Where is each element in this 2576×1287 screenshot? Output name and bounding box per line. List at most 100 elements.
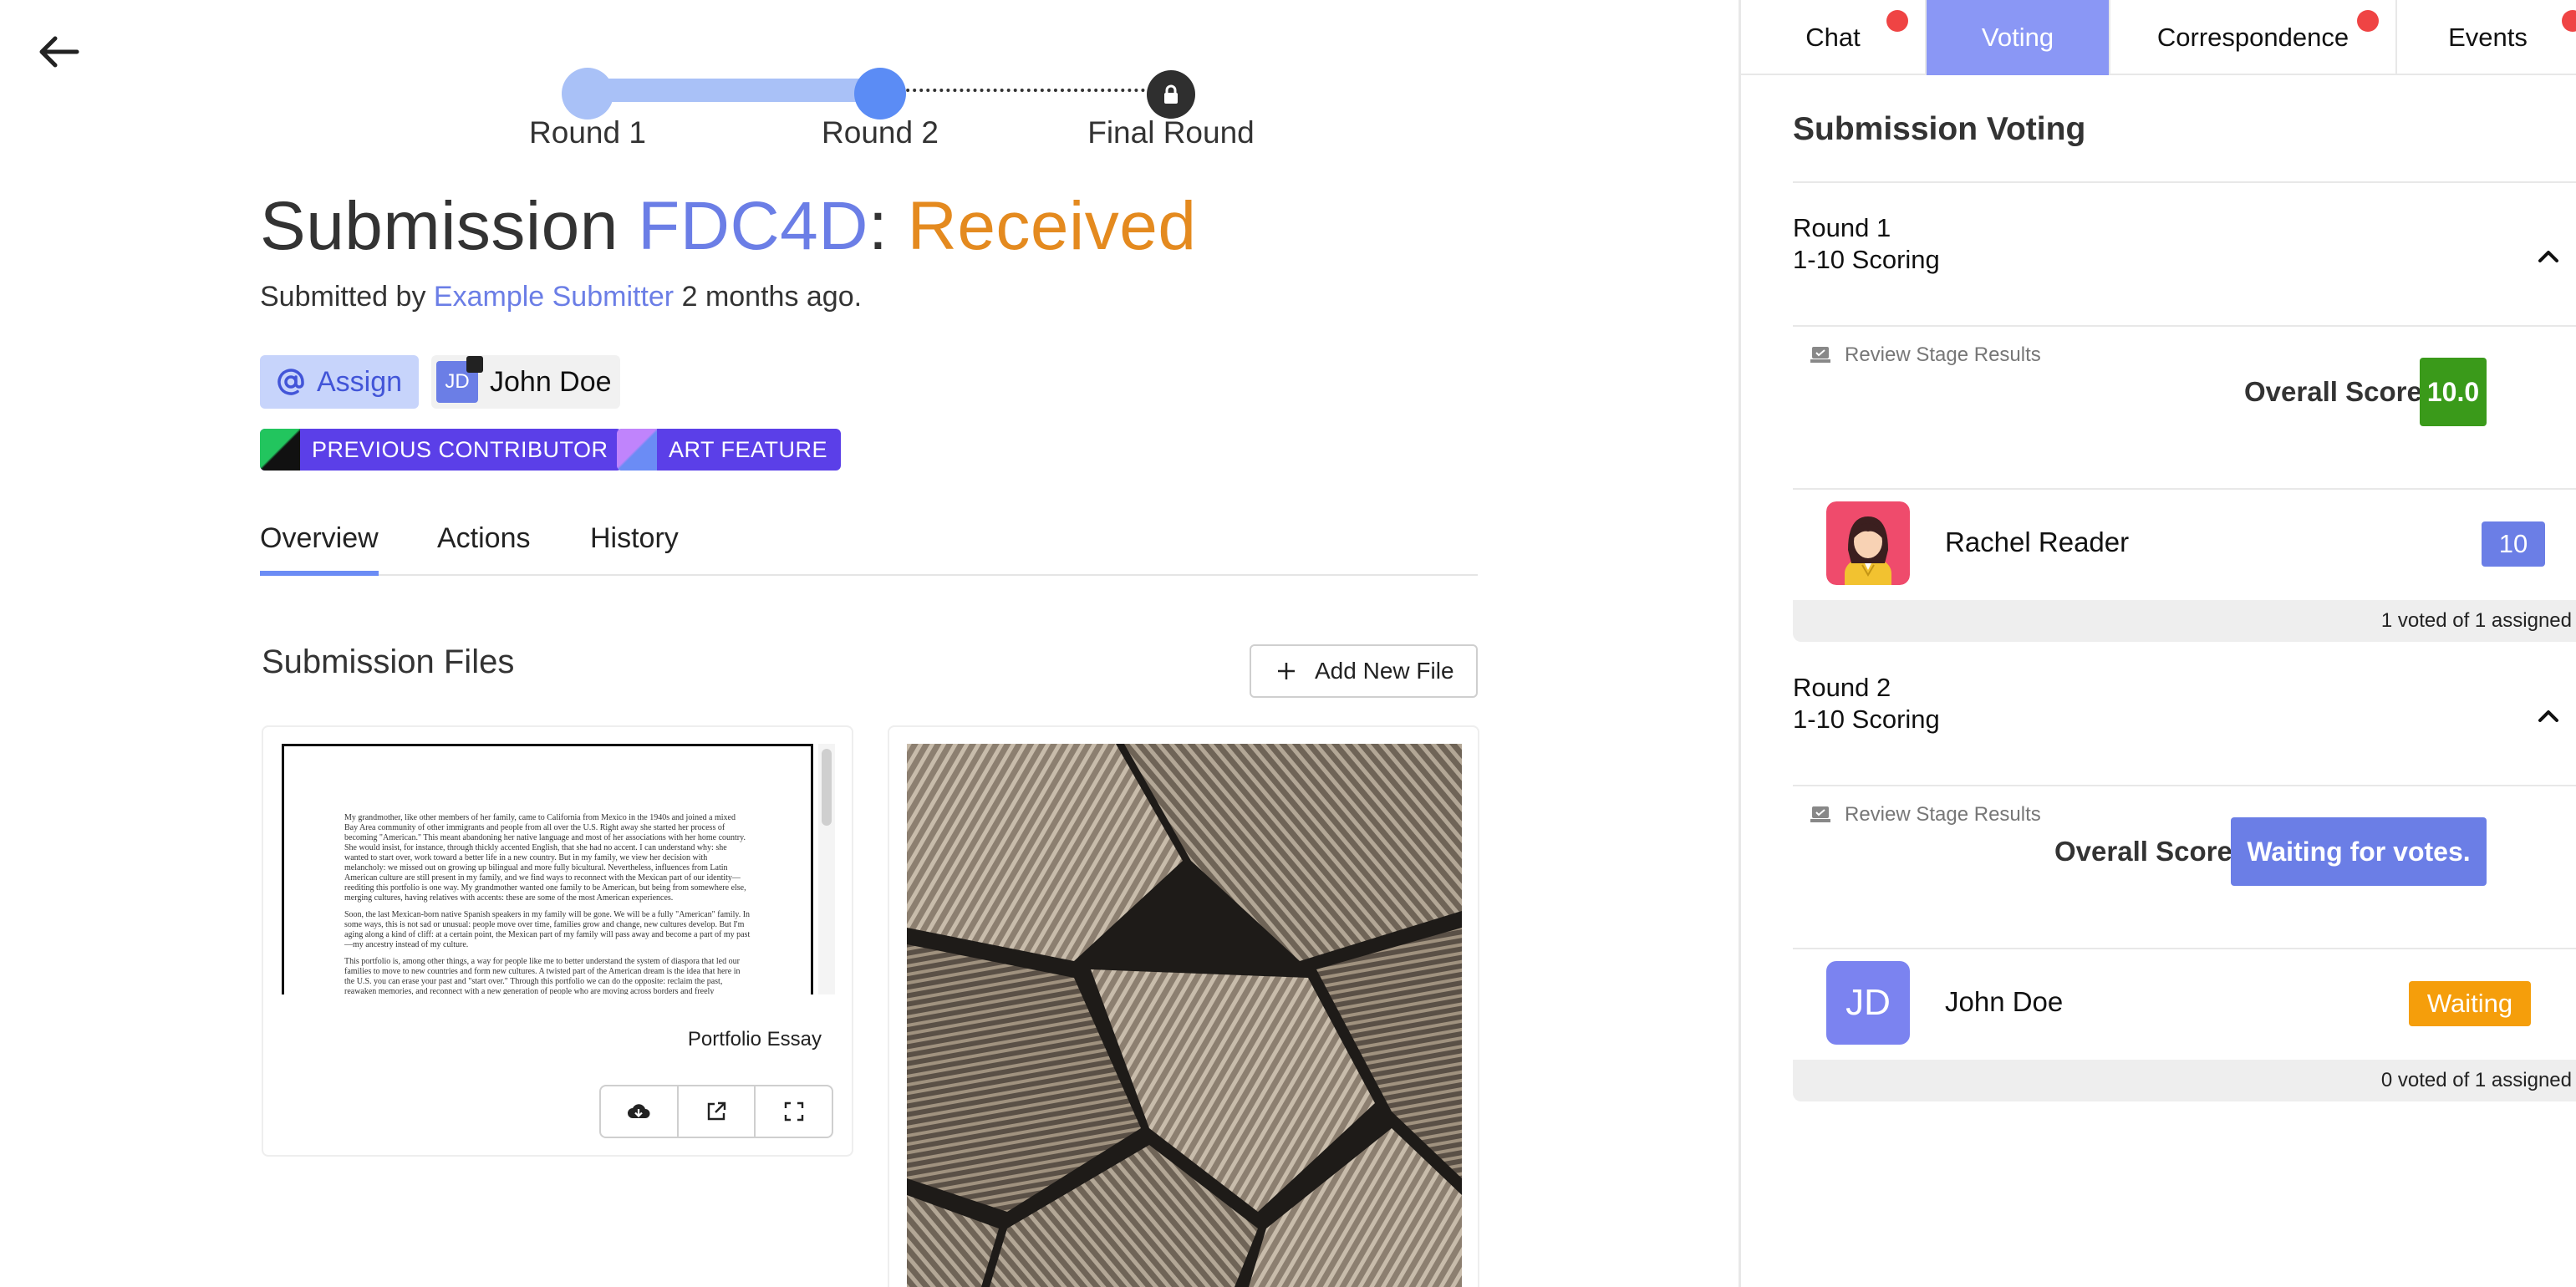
tab-overview[interactable]: Overview	[260, 522, 379, 576]
overall-score-value: Waiting for votes.	[2231, 817, 2487, 886]
review-stage-results-label: Review Stage Results	[1845, 803, 2041, 826]
voting-panel: Chat Voting Correspondence Events Submis…	[1739, 0, 2576, 1287]
results-icon	[1810, 806, 1830, 822]
chevron-up-icon[interactable]	[2535, 705, 2562, 727]
essay-preview[interactable]: My grandmother, like other members of he…	[282, 744, 813, 994]
panel-tabs: Chat Voting Correspondence Events	[1741, 0, 2576, 75]
page-title: Submission FDC4D: Received	[260, 187, 1196, 266]
submission-files-heading: Submission Files	[262, 644, 515, 680]
tab-chat-label: Chat	[1805, 23, 1861, 52]
divider	[1793, 181, 2576, 183]
submitted-ago: 2 months ago.	[681, 281, 863, 313]
tag-label: ART FEATURE	[669, 436, 828, 462]
tag-color-swatch	[617, 429, 657, 471]
assignee-name: John Doe	[490, 365, 612, 398]
round-header[interactable]: Round 1 1-10 Scoring	[1793, 212, 1940, 276]
step-final-round-dot[interactable]	[1147, 70, 1195, 119]
submission-status: Received	[907, 188, 1197, 264]
tag-previous-contributor[interactable]: PREVIOUS CONTRIBUTOR	[260, 429, 622, 471]
divider	[1793, 488, 2576, 490]
fullscreen-button[interactable]	[756, 1086, 832, 1137]
tab-history[interactable]: History	[590, 522, 679, 576]
add-new-file-button[interactable]: Add New File	[1250, 644, 1478, 698]
preview-scrollbar[interactable]	[818, 744, 835, 994]
chevron-up-icon[interactable]	[2535, 246, 2562, 267]
tag-art-feature[interactable]: ART FEATURE	[617, 429, 842, 471]
essay-paragraph: This portfolio is, among other things, a…	[344, 957, 741, 994]
tab-voting[interactable]: Voting	[1927, 0, 2110, 75]
assignee-chip[interactable]: JD John Doe	[431, 355, 620, 409]
divider	[1793, 785, 2576, 786]
submission-meta: Submitted by Example Submitter 2 months …	[260, 281, 862, 313]
assignee-initials: JD	[445, 370, 470, 393]
submission-id: FDC4D	[638, 188, 869, 264]
back-arrow-icon[interactable]	[37, 33, 80, 70]
divider	[1793, 948, 2576, 949]
tab-correspondence-label: Correspondence	[2156, 23, 2349, 52]
external-link-icon	[707, 1101, 726, 1121]
results-icon	[1810, 347, 1830, 363]
tag-color-swatch	[260, 429, 300, 471]
reviewer-vote-badge: Waiting	[2409, 981, 2531, 1026]
round-stepper: Round 1 Round 2 Final Round	[518, 50, 1270, 159]
tab-events[interactable]: Events	[2397, 0, 2576, 75]
file-card-portfolio-essay: My grandmother, like other members of he…	[262, 725, 853, 1157]
assign-button-label: Assign	[317, 365, 403, 398]
stepper-progress-track	[587, 79, 879, 102]
tab-chat[interactable]: Chat	[1741, 0, 1927, 75]
round-vote-summary: 0 voted of 1 assigned	[1793, 1060, 2576, 1101]
overall-score-label: Overall Score:	[2244, 376, 2431, 407]
reviewer-avatar-icon	[1826, 501, 1910, 585]
round-header[interactable]: Round 2 1-10 Scoring	[1793, 672, 1940, 735]
tab-actions[interactable]: Actions	[437, 522, 531, 576]
reviewer-initials: JD	[1845, 982, 1891, 1023]
tab-events-label: Events	[2448, 23, 2528, 52]
overall-score-label: Overall Score:	[2054, 836, 2242, 867]
step-final-round-label: Final Round	[1087, 115, 1255, 150]
tab-voting-label: Voting	[1981, 23, 2054, 52]
file-actions	[599, 1085, 833, 1138]
open-external-button[interactable]	[679, 1086, 756, 1137]
assignee-avatar: JD	[436, 356, 483, 403]
essay-paragraph: Soon, the last Mexican-born native Spani…	[344, 910, 751, 949]
submission-tabs: Overview Actions History	[260, 522, 1478, 576]
plus-icon	[1278, 663, 1295, 679]
round-vote-summary: 1 voted of 1 assigned	[1793, 600, 2576, 642]
round-name: Round 2	[1793, 673, 1891, 702]
assign-button[interactable]: Assign	[260, 355, 419, 409]
submitted-by-label: Submitted by	[260, 281, 426, 313]
download-button[interactable]	[601, 1086, 679, 1137]
scrollbar-thumb[interactable]	[822, 749, 832, 826]
step-round-1-dot[interactable]	[562, 68, 613, 120]
round-scoring: 1-10 Scoring	[1793, 705, 1940, 734]
round-scoring: 1-10 Scoring	[1793, 245, 1940, 274]
essay-paragraph: My grandmother, like other members of he…	[344, 813, 746, 903]
tab-correspondence[interactable]: Correspondence	[2110, 0, 2397, 75]
notification-dot	[2357, 10, 2379, 32]
artwork-image[interactable]	[907, 744, 1462, 1287]
reviewer-name: John Doe	[1945, 986, 2064, 1017]
at-sign-icon	[277, 369, 304, 395]
step-round-2-label: Round 2	[822, 115, 939, 150]
reviewer-vote-badge: 10	[2482, 521, 2545, 567]
tag-label: PREVIOUS CONTRIBUTOR	[312, 436, 608, 462]
cloud-download-icon	[628, 1104, 650, 1118]
artwork-render	[907, 744, 1462, 1287]
panel-title: Submission Voting	[1793, 111, 2086, 147]
round-name: Round 1	[1793, 213, 1891, 242]
submitter-link[interactable]: Example Submitter	[434, 281, 674, 313]
lock-icon	[1164, 84, 1178, 104]
reviewer-avatar: JD	[1826, 961, 1910, 1045]
step-round-2-dot[interactable]	[854, 68, 906, 120]
review-stage-results-label: Review Stage Results	[1845, 343, 2041, 366]
review-stage-results-link[interactable]: Review Stage Results	[1810, 803, 2041, 827]
stepper-pending-track	[879, 89, 1172, 92]
review-stage-results-link[interactable]: Review Stage Results	[1810, 343, 2041, 367]
reviewer-name: Rachel Reader	[1945, 526, 2130, 557]
assignee-badge-icon	[466, 356, 483, 373]
divider	[1793, 325, 2576, 327]
add-new-file-label: Add New File	[1315, 658, 1454, 684]
step-round-1-label: Round 1	[529, 115, 646, 150]
title-separator: :	[868, 188, 888, 264]
fullscreen-icon	[784, 1101, 803, 1122]
